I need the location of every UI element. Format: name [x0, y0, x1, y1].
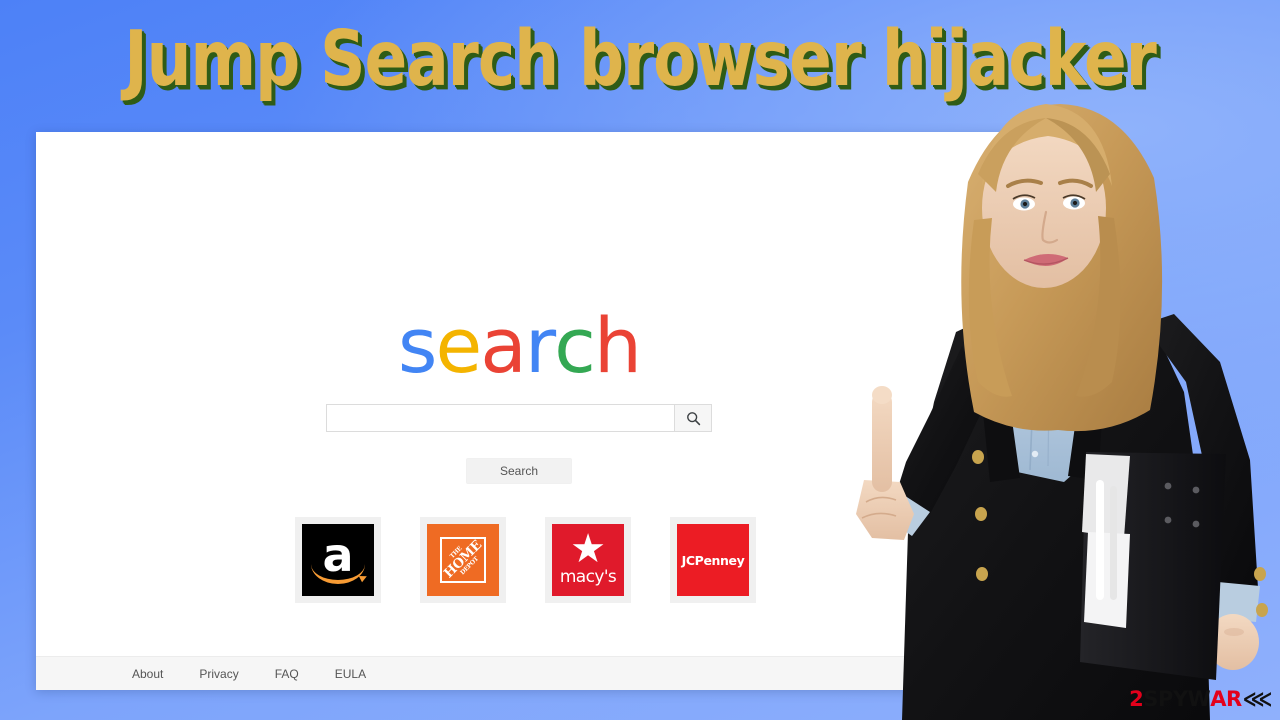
home-depot-wordmark: THE HOME DEPOT — [442, 539, 484, 581]
tile-jcpenney[interactable]: JCPenney — [670, 517, 756, 603]
watermark-2spyware: 2 SPYW AR ⋘ — [1129, 689, 1272, 710]
page-title: Jump Search browser hijacker — [124, 14, 1157, 104]
logo-letter-h: h — [593, 301, 642, 390]
home-depot-box-icon: THE HOME DEPOT — [440, 537, 486, 583]
footer-link-faq[interactable]: FAQ — [275, 667, 299, 681]
macys-wordmark: macy's — [559, 566, 617, 587]
footer-link-privacy[interactable]: Privacy — [199, 667, 238, 681]
amazon-logo: a — [302, 524, 374, 596]
tile-home-depot[interactable]: THE HOME DEPOT — [420, 517, 506, 603]
browser-page-panel: search Search a THE HOME DEPOT ★ macy's … — [36, 132, 1038, 690]
jcpenney-wordmark: JCPenney — [681, 552, 745, 568]
jcpenney-logo: JCPenney — [677, 524, 749, 596]
search-page-content: search Search a THE HOME DEPOT ★ macy's … — [36, 132, 1038, 656]
search-icon — [686, 411, 701, 426]
chevron-left-icon: ⋘ — [1242, 687, 1273, 711]
footer-link-about[interactable]: About — [132, 667, 163, 681]
logo-letter-r: r — [524, 301, 556, 390]
macys-logo: ★ macy's — [552, 524, 624, 596]
watermark-part-2: SPYW — [1143, 687, 1211, 711]
search-input[interactable] — [326, 404, 674, 432]
tile-macys[interactable]: ★ macy's — [545, 517, 631, 603]
search-logo: search — [36, 308, 1002, 384]
logo-letter-c: c — [554, 301, 596, 390]
search-submit-button[interactable] — [674, 404, 712, 432]
search-button[interactable]: Search — [466, 458, 572, 484]
logo-letter-e: e — [435, 301, 483, 390]
home-depot-logo: THE HOME DEPOT — [427, 524, 499, 596]
logo-letter-s: s — [397, 301, 438, 390]
watermark-part-3: AR — [1210, 687, 1242, 711]
shortcut-tiles: a THE HOME DEPOT ★ macy's JCPenney — [295, 517, 765, 603]
footer-link-eula[interactable]: EULA — [335, 667, 366, 681]
tile-amazon[interactable]: a — [295, 517, 381, 603]
logo-letter-a: a — [480, 301, 527, 390]
star-icon: ★ — [570, 527, 606, 572]
amazon-smile-icon — [311, 564, 365, 584]
watermark-part-1: 2 — [1129, 687, 1144, 711]
search-bar — [326, 404, 712, 432]
page-footer: About Privacy FAQ EULA — [36, 656, 1038, 690]
